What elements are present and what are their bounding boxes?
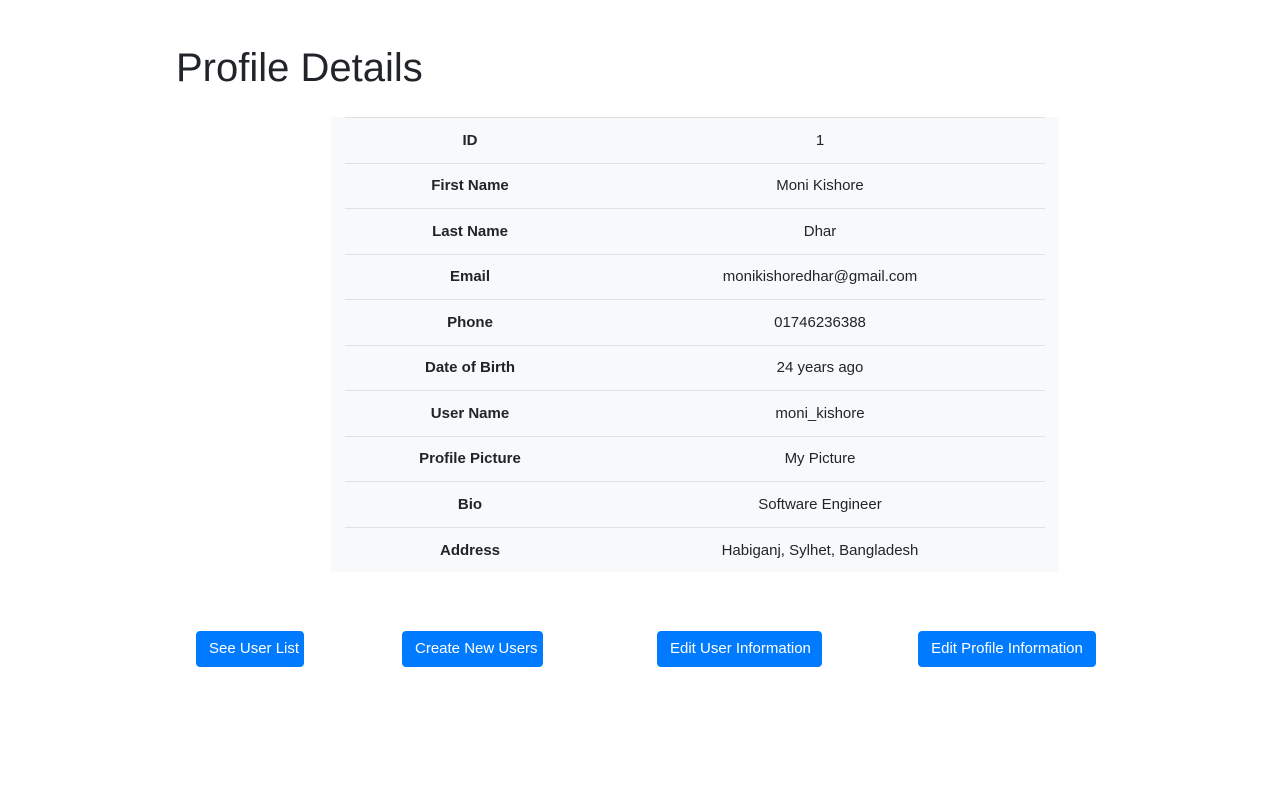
row-label-last-name: Last Name [345,208,595,254]
row-value-bio: Software Engineer [595,481,1045,527]
row-value-date-of-birth: 24 years ago [595,344,1045,391]
row-label-date-of-birth: Date of Birth [345,344,595,391]
profile-page: Profile Details ID 1 First Name Moni Kis… [0,0,1269,787]
table-row: Last Name Dhar [345,208,1045,254]
row-label-address: Address [345,526,595,573]
table-row: Phone 01746236388 [345,299,1045,345]
table-row: User Name moni_kishore [345,390,1045,436]
row-value-last-name: Dhar [595,208,1045,254]
row-value-email: monikishoredhar@gmail.com [595,253,1045,300]
row-label-first-name: First Name [345,162,595,209]
page-title: Profile Details [176,46,423,90]
row-label-bio: Bio [345,481,595,527]
row-value-first-name: Moni Kishore [595,162,1045,209]
row-label-id: ID [345,117,595,163]
table-row: First Name Moni Kishore [345,162,1045,209]
row-value-phone: 01746236388 [595,299,1045,345]
row-value-user-name: moni_kishore [595,390,1045,436]
edit-profile-information-button[interactable]: Edit Profile Information [918,631,1096,667]
table-row: ID 1 [345,117,1045,163]
profile-details-card: ID 1 First Name Moni Kishore Last Name D… [331,117,1059,573]
table-row: Email monikishoredhar@gmail.com [345,253,1045,300]
table-row: Address Habiganj, Sylhet, Bangladesh [345,526,1045,573]
row-value-profile-picture: My Picture [595,435,1045,482]
row-label-profile-picture: Profile Picture [345,435,595,482]
row-label-user-name: User Name [345,390,595,436]
row-value-id: 1 [595,117,1045,163]
row-value-address: Habiganj, Sylhet, Bangladesh [595,526,1045,573]
row-label-phone: Phone [345,299,595,345]
create-new-users-button[interactable]: Create New Users [402,631,543,667]
edit-user-information-button[interactable]: Edit User Information [657,631,822,667]
table-row: Profile Picture My Picture [345,435,1045,482]
table-row: Bio Software Engineer [345,481,1045,527]
row-label-email: Email [345,253,595,300]
see-user-list-button[interactable]: See User List [196,631,304,667]
table-row: Date of Birth 24 years ago [345,344,1045,391]
profile-details-table: ID 1 First Name Moni Kishore Last Name D… [345,117,1045,573]
